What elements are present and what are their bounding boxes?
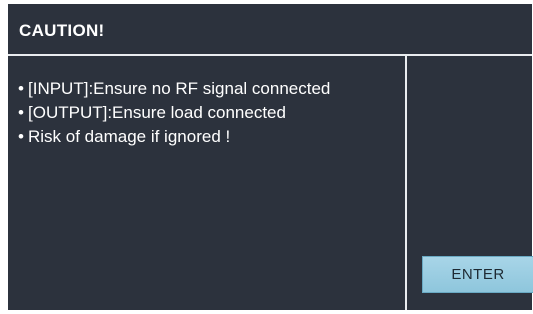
dialog-title-bar: CAUTION! <box>8 4 532 56</box>
vertical-divider <box>405 56 407 310</box>
dialog-title: CAUTION! <box>19 21 105 40</box>
enter-button[interactable]: ENTER <box>422 256 533 293</box>
caution-dialog: CAUTION! • [INPUT]:Ensure no RF signal co… <box>8 4 533 310</box>
message-text: [OUTPUT]:Ensure load connected <box>28 103 286 122</box>
message-text: Risk of damage if ignored ! <box>28 127 231 146</box>
bullet-icon: • <box>18 103 24 122</box>
message-text: [INPUT]:Ensure no RF signal connected <box>28 79 331 98</box>
warning-message-list: • [INPUT]:Ensure no RF signal connected •… <box>18 77 330 149</box>
bullet-icon: • <box>18 127 24 146</box>
bullet-icon: • <box>18 79 24 98</box>
warning-message-input: • [INPUT]:Ensure no RF signal connected <box>18 77 330 101</box>
warning-message-output: • [OUTPUT]:Ensure load connected <box>18 101 330 125</box>
warning-message-risk: • Risk of damage if ignored ! <box>18 125 330 149</box>
